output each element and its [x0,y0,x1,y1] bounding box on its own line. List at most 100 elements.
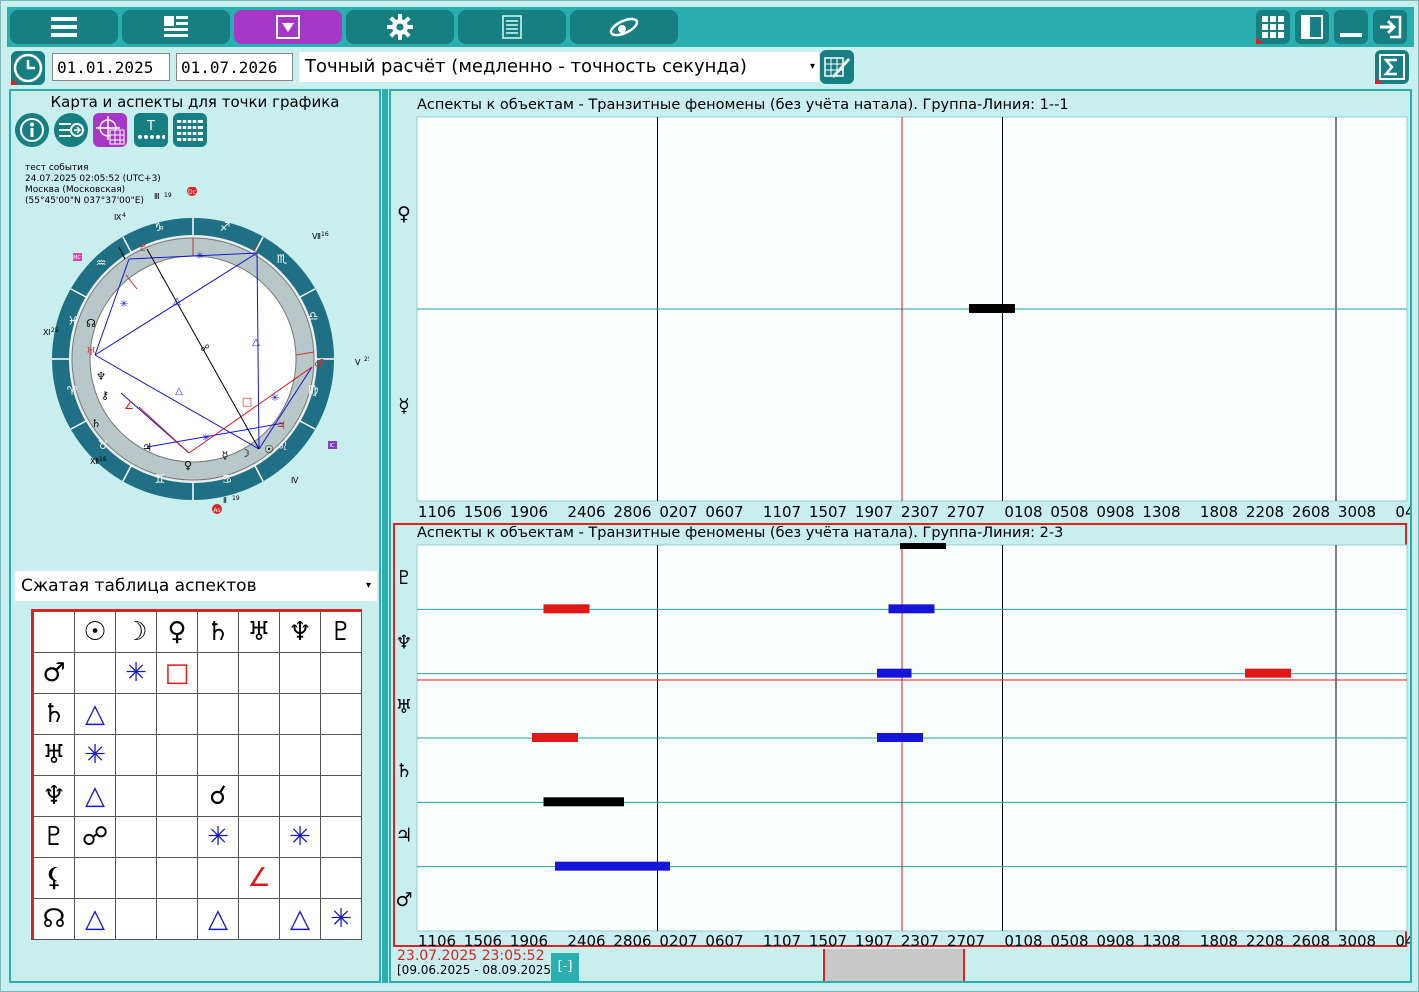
panel-splitter[interactable] [382,89,388,983]
summary-button[interactable] [1375,50,1409,84]
aspect-cell[interactable] [197,734,239,776]
aspect-cell[interactable]: △ [74,775,116,817]
svg-text:19: 19 [232,495,240,502]
aspect-cell[interactable] [115,693,157,735]
x-tick-label: 2307 [901,932,939,947]
time-button[interactable] [11,51,45,85]
aspect-interval-bar [543,604,590,614]
red-corner-marker [1256,37,1263,44]
aspect-cell[interactable]: ☌ [197,775,239,817]
aspect-cell[interactable] [279,857,321,899]
grid-button[interactable] [1256,10,1290,44]
transfer-button[interactable] [54,113,88,147]
aspect-cell[interactable] [238,734,280,776]
aspect-cell[interactable]: ✳ [320,898,362,940]
info-button[interactable] [15,113,49,147]
orbit-button[interactable] [570,10,678,44]
svg-text:△: △ [175,386,183,397]
timeline-scroll-thumb[interactable] [823,949,965,981]
target-grid-button[interactable] [93,113,127,147]
aspect-cell[interactable] [115,898,157,940]
aspect-cell[interactable] [320,734,362,776]
top-timeline-chart[interactable]: ♀ ☿ 1106 1506 1906 2406 2806 0207 0607 1107 1507 19… [391,115,1410,525]
recalc-button[interactable] [820,50,854,84]
aspect-cell[interactable] [279,734,321,776]
aspect-cell[interactable] [320,693,362,735]
settings-button[interactable] [346,10,454,44]
svg-text:25: 25 [51,327,59,334]
aspect-cell[interactable]: △ [197,898,239,940]
text-dots-icon: T [138,119,165,139]
aspect-cell[interactable]: ☍ [74,816,116,858]
aspect-cell[interactable] [238,775,280,817]
x-tick-label: 1107 [763,503,801,521]
aspect-cell[interactable] [197,652,239,694]
aspect-cell[interactable] [238,816,280,858]
row-planet-label: ☿ [398,395,410,417]
aspect-cell[interactable] [156,693,198,735]
document-button[interactable] [458,10,566,44]
split-panel-button[interactable] [1295,10,1329,44]
menu-button[interactable] [10,10,118,44]
layout-button[interactable] [122,10,230,44]
aspect-cell[interactable]: △ [74,693,116,735]
x-tick-label: 2307 [901,503,939,521]
aspect-cell[interactable] [74,652,116,694]
calc-mode-value: Точный расчёт (медленно - точность секун… [305,56,747,77]
aspect-cell[interactable]: ✳ [115,652,157,694]
bottom-timeline-chart[interactable]: ♇ ♆ ♅ ♄ ♃ ♂ 1106 1506 1906 2406 2806 0207 0607 1107 15… [391,543,1410,947]
aspect-cell[interactable]: ✳ [279,816,321,858]
aspect-table-select[interactable]: Сжатая таблица аспектов ▾ [15,571,377,601]
aspect-cell[interactable] [238,898,280,940]
minimize-button[interactable] [1334,10,1368,44]
aspect-cell[interactable]: □ [156,652,198,694]
aspect-cell[interactable] [156,816,198,858]
aspect-cell[interactable]: ✳ [197,816,239,858]
start-date-input[interactable]: 01.01.2025 [52,53,170,81]
svg-text:Ⅱ: Ⅱ [223,496,227,505]
end-date-input[interactable]: 01.07.2026 [176,53,293,81]
aspect-cell[interactable] [197,857,239,899]
calc-mode-select[interactable]: Точный расчёт (медленно - точность секун… [299,52,819,82]
aspect-cell[interactable] [115,775,157,817]
chart-panel: Карта и аспекты для точки графика T тест… [9,89,381,983]
svg-text:16: 16 [321,231,329,238]
aspect-cell[interactable] [279,775,321,817]
aspect-cell[interactable] [115,857,157,899]
aspect-cell[interactable] [320,652,362,694]
aspect-cell[interactable] [320,816,362,858]
aspect-cell[interactable] [238,652,280,694]
aspect-cell[interactable] [156,898,198,940]
date-range-bar: 01.01.2025 01.07.2026 Точный расчёт (мед… [7,48,1414,88]
aspect-cell[interactable] [115,816,157,858]
natal-chart-wheel[interactable]: ♑ ♐♏♎ ♍♌♋♊ ♉♈♓♒ ✳✳ △△ △✳✳ □ ∠ ☍ ♇ ☾♄ ♅☊♆… [29,187,369,531]
aspect-cell[interactable] [238,693,280,735]
aspect-cell[interactable]: △ [74,898,116,940]
aspect-cell[interactable] [74,857,116,899]
x-tick-label: 2707 [947,503,985,521]
aspect-cell[interactable]: ∠ [238,857,280,899]
x-tick-label: 1906 [510,932,548,947]
x-tick-label: 2406 [567,503,605,521]
exit-button[interactable] [1373,10,1407,44]
aspect-cell[interactable] [197,693,239,735]
aspect-cell[interactable]: ✳ [74,734,116,776]
aspect-cell[interactable]: △ [279,898,321,940]
svg-text:♋: ♋ [222,472,233,486]
aspect-cell[interactable] [156,734,198,776]
filter-button[interactable] [234,10,342,44]
table-button[interactable] [173,113,207,147]
aspect-cell[interactable] [279,652,321,694]
text-button[interactable]: T [134,113,168,147]
aspect-cell[interactable] [115,734,157,776]
aspect-cell[interactable] [156,775,198,817]
aspect-cell[interactable] [279,693,321,735]
collapse-button[interactable]: [-] [551,953,579,981]
aspect-cell[interactable] [156,857,198,899]
aspect-cell[interactable] [320,857,362,899]
chevron-down-icon: ▾ [809,61,815,72]
x-tick-label: 0508 [1050,932,1088,947]
sigma-icon [1379,54,1405,80]
x-tick-label: 2707 [947,932,985,947]
aspect-cell[interactable] [320,775,362,817]
